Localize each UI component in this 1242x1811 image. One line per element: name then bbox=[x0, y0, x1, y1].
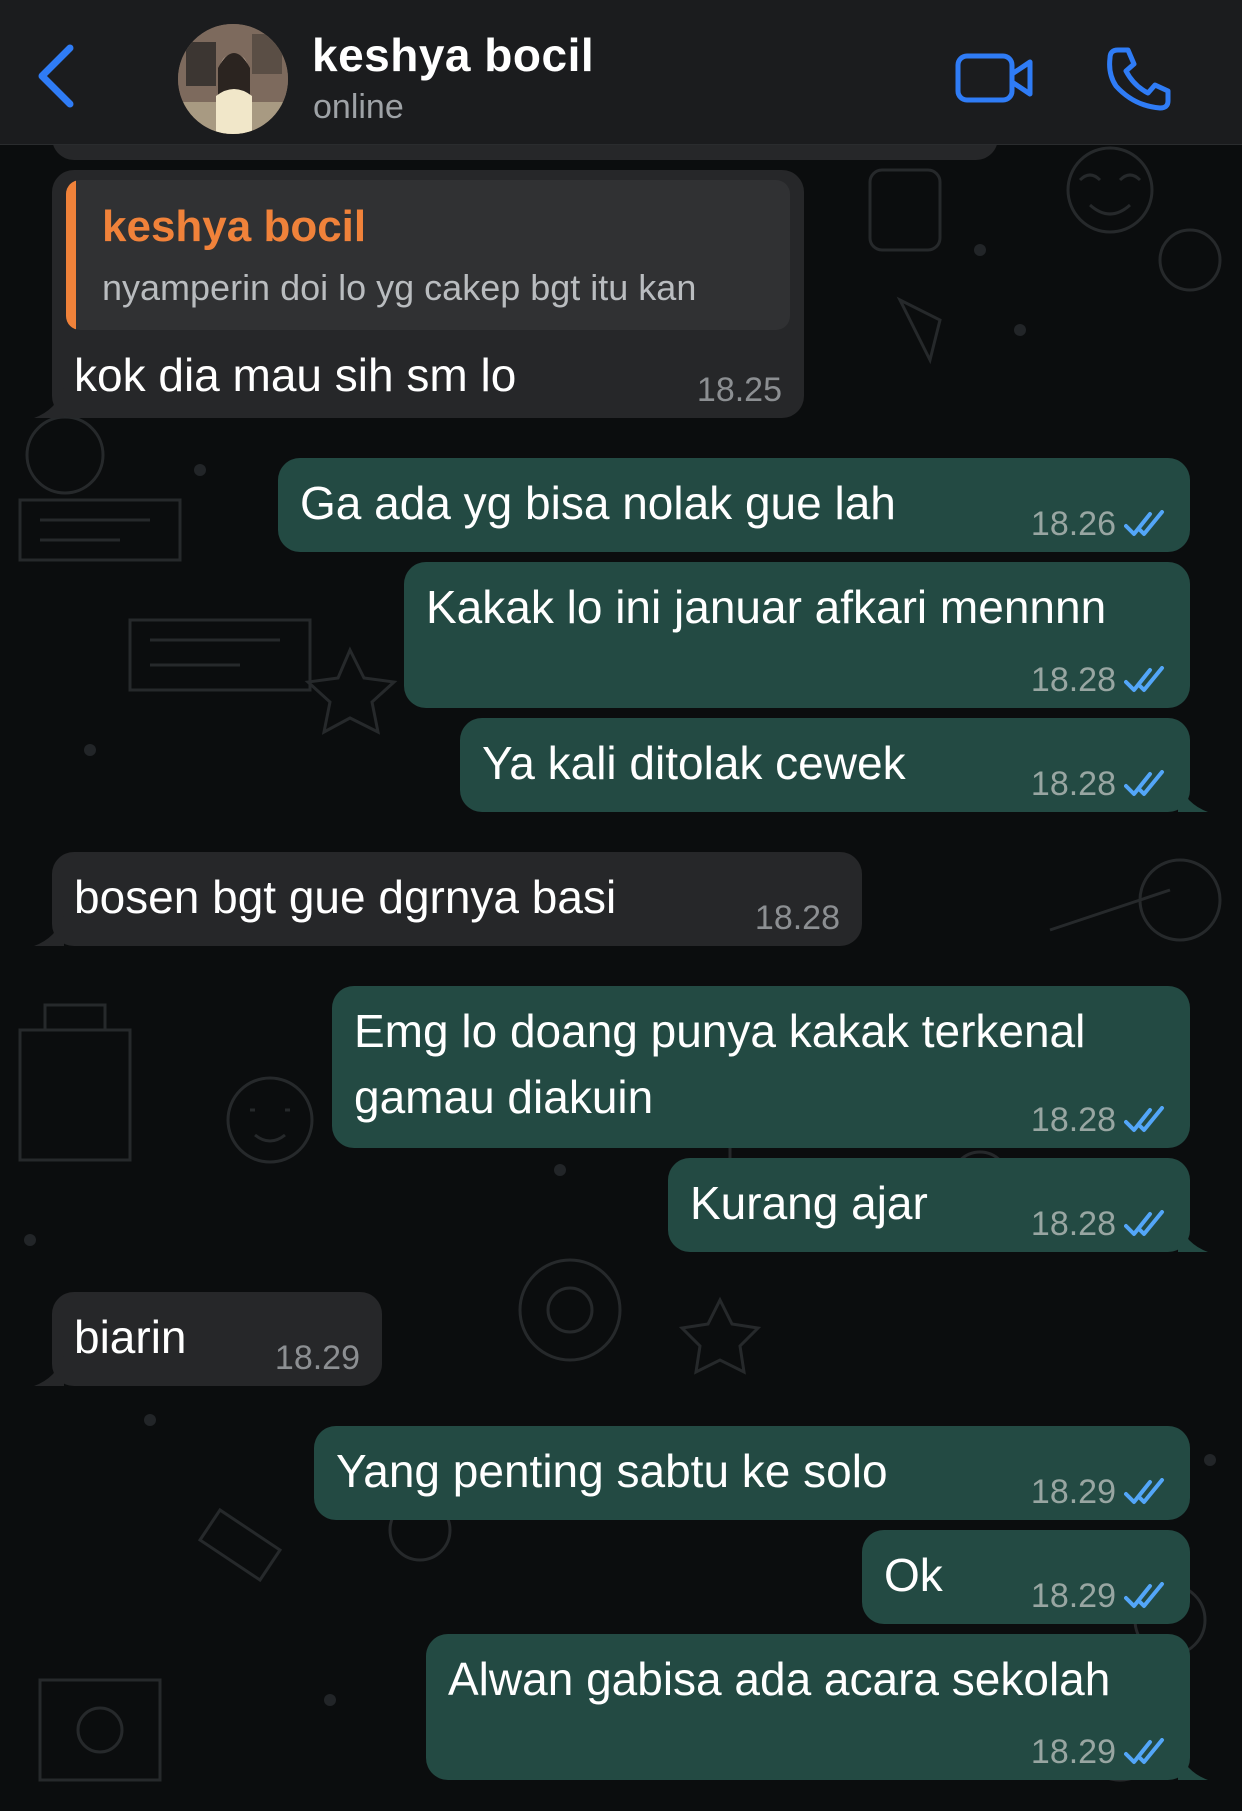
message-time: 18.25 bbox=[696, 371, 782, 409]
message-time: 18.26 bbox=[1030, 505, 1116, 543]
chat-header: keshya bocil online bbox=[0, 0, 1242, 145]
message-bubble[interactable]: Emg lo doang punya kakak terkenal gamau … bbox=[332, 986, 1190, 1148]
bubble-tail bbox=[1178, 1222, 1208, 1252]
message-time: 18.29 bbox=[274, 1339, 360, 1377]
bubble-tail bbox=[1178, 782, 1208, 812]
message-text: bosen bgt gue dgrnya basi bbox=[74, 871, 617, 923]
message-time: 18.29 bbox=[1030, 1577, 1116, 1615]
message-bubble[interactable]: keshya bocil nyamperin doi lo yg cakep b… bbox=[34, 170, 804, 418]
double-check-icon bbox=[1124, 1478, 1164, 1504]
message-time: 18.29 bbox=[1030, 1473, 1116, 1511]
message-meta: 18.28 bbox=[1031, 764, 1168, 804]
bubble-tail bbox=[1178, 1750, 1208, 1780]
contact-status: online bbox=[313, 88, 404, 126]
double-check-icon bbox=[1124, 1210, 1164, 1236]
message-bubble[interactable]: biarin 18.29 bbox=[34, 1292, 382, 1386]
message-meta: 18.28 bbox=[1031, 1204, 1168, 1244]
message-meta: 18.29 bbox=[1031, 1472, 1168, 1512]
double-check-icon bbox=[1124, 770, 1164, 796]
quote-text: nyamperin doi lo yg cakep bgt itu kan bbox=[102, 267, 697, 308]
message-text: kok dia mau sih sm lo bbox=[74, 349, 517, 401]
video-camera-icon[interactable] bbox=[954, 48, 1036, 108]
message-meta: 18.28 bbox=[1031, 660, 1168, 700]
message-bubble[interactable]: Kakak lo ini januar afkari mennnn 18.28 bbox=[404, 562, 1190, 708]
quoted-message[interactable]: keshya bocil nyamperin doi lo yg cakep b… bbox=[66, 180, 790, 330]
quote-author: keshya bocil bbox=[102, 202, 367, 251]
double-check-icon bbox=[1124, 1106, 1164, 1132]
message-time: 18.28 bbox=[1030, 661, 1116, 699]
message-text: Alwan gabisa ada acara sekolah bbox=[448, 1653, 1111, 1705]
message-bubble[interactable]: Ok 18.29 bbox=[862, 1530, 1190, 1624]
quote-accent-bar bbox=[66, 180, 76, 330]
double-check-icon bbox=[1124, 1738, 1164, 1764]
phone-icon[interactable] bbox=[1104, 44, 1174, 114]
double-check-icon bbox=[1124, 666, 1164, 692]
message-time: 18.29 bbox=[1030, 1733, 1116, 1771]
avatar-photo bbox=[178, 24, 288, 134]
avatar[interactable] bbox=[178, 24, 288, 134]
message-bubble[interactable]: Yang penting sabtu ke solo 18.29 bbox=[314, 1426, 1190, 1520]
bubble-tail bbox=[34, 388, 64, 418]
message-time: 18.28 bbox=[754, 899, 840, 937]
message-meta: 18.29 bbox=[1031, 1576, 1168, 1616]
contact-name[interactable]: keshya bocil bbox=[312, 28, 594, 82]
message-meta: 18.28 bbox=[1031, 1100, 1168, 1140]
double-check-icon bbox=[1124, 1582, 1164, 1608]
bubble-tail bbox=[34, 1356, 64, 1386]
message-meta: 18.26 bbox=[1031, 504, 1168, 544]
message-meta: 18.29 bbox=[275, 1338, 360, 1378]
message-bubble[interactable]: Ya kali ditolak cewek 18.28 bbox=[460, 718, 1208, 812]
message-bubble[interactable]: Alwan gabisa ada acara sekolah 18.29 bbox=[426, 1634, 1208, 1780]
message-time: 18.28 bbox=[1030, 1205, 1116, 1243]
message-meta: 18.28 bbox=[755, 898, 840, 938]
message-text: Kakak lo ini januar afkari mennnn bbox=[426, 581, 1107, 633]
message-meta: 18.25 bbox=[697, 370, 782, 410]
message-bubble[interactable]: Ga ada yg bisa nolak gue lah 18.26 bbox=[278, 458, 1190, 552]
message-bubble[interactable]: Kurang ajar 18.28 bbox=[668, 1158, 1208, 1252]
chevron-left-icon[interactable] bbox=[30, 40, 86, 112]
message-bubble[interactable]: bosen bgt gue dgrnya basi 18.28 bbox=[34, 852, 862, 946]
message-time: 18.28 bbox=[1030, 765, 1116, 803]
message-time: 18.28 bbox=[1030, 1101, 1116, 1139]
bubble-tail bbox=[34, 916, 64, 946]
message-meta: 18.29 bbox=[1031, 1732, 1168, 1772]
double-check-icon bbox=[1124, 510, 1164, 536]
